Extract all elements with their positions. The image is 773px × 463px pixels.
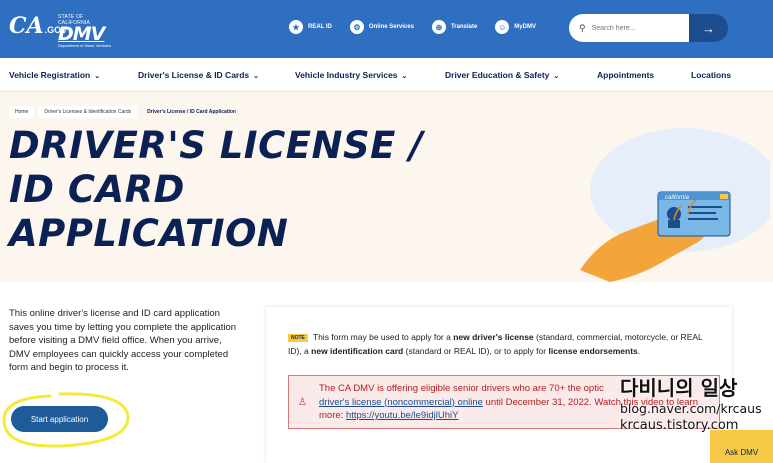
search-box: ⚲ → <box>569 14 728 42</box>
chevron-down-icon: ⌄ <box>94 73 101 80</box>
chevron-down-icon: ⌄ <box>401 73 408 80</box>
search-submit-button[interactable]: → <box>689 14 728 42</box>
top-bar: CA.GOV STATE OF CALIFORNIA DMV Departmen… <box>0 0 773 58</box>
search-field: ⚲ <box>569 14 689 42</box>
breadcrumb: Home Driver's Licenses & Identification … <box>9 106 246 118</box>
start-application-button[interactable]: Start application <box>11 406 108 432</box>
search-input[interactable] <box>591 24 682 32</box>
title-line-2: ID CARD <box>9 168 185 211</box>
nav-vehicle-industry[interactable]: Vehicle Industry Services ⌄ <box>295 70 407 80</box>
star-icon: ★ <box>289 20 303 34</box>
title-line-1: DRIVER'S LICENSE / <box>9 124 424 167</box>
real-id-link[interactable]: ★ REAL ID <box>289 20 332 34</box>
online-renewal-link[interactable]: driver's license (noncommercial) online <box>319 397 483 408</box>
mydmv-link[interactable]: ☺ MyDMV <box>495 20 536 34</box>
breadcrumb-home[interactable]: Home <box>9 106 35 118</box>
user-icon: ☺ <box>495 20 510 34</box>
gear-icon: ⚙ <box>349 20 364 34</box>
nav-drivers-license[interactable]: Driver's License & ID Cards ⌄ <box>138 70 259 80</box>
blog-watermark: 다비니의 일상 blog.naver.com/krcaus krcaus.tis… <box>620 376 762 433</box>
translate-link[interactable]: ⊕ Translate <box>431 20 477 34</box>
youtube-video-link[interactable]: https://youtu.be/le9idjlUhiY <box>346 410 458 421</box>
user-icon: ♙ <box>298 397 307 408</box>
dmv-logo[interactable]: STATE OF CALIFORNIA DMV Department of Mo… <box>58 14 112 48</box>
utility-links: ★ REAL ID ⚙ Online Services ⊕ Translate ☺ My… <box>289 20 554 34</box>
main-nav: Vehicle Registration ⌄ Driver's License &… <box>0 58 773 92</box>
globe-icon: ⊕ <box>431 20 446 34</box>
nav-appointments[interactable]: Appointments <box>597 70 654 80</box>
breadcrumb-licenses[interactable]: Driver's Licenses & Identification Cards <box>38 106 138 118</box>
svg-text:california: california <box>665 195 690 201</box>
note-badge: NOTE <box>288 334 308 342</box>
chevron-down-icon: ⌄ <box>553 73 560 80</box>
chevron-down-icon: ⌄ <box>253 73 260 80</box>
note-text: NOTE This form may be used to apply for a… <box>288 332 703 356</box>
nav-locations[interactable]: Locations <box>691 70 731 80</box>
title-line-3: APPLICATION <box>9 212 289 255</box>
nav-driver-education[interactable]: Driver Education & Safety ⌄ <box>445 70 559 80</box>
search-icon: ⚲ <box>579 22 586 33</box>
nav-vehicle-registration[interactable]: Vehicle Registration ⌄ <box>9 70 100 80</box>
breadcrumb-current: Driver's License / ID Card Application <box>147 109 236 115</box>
page-title: DRIVER'S LICENSE / ID CARD APPLICATION <box>9 124 423 256</box>
id-card: california <box>657 191 731 237</box>
ask-dmv-button[interactable]: Ask DMV <box>710 430 773 463</box>
hand-holding-id-card-illustration: california <box>580 128 770 282</box>
online-services-link[interactable]: ⚙ Online Services <box>349 20 414 34</box>
intro-text: This online driver's license and ID card… <box>9 308 237 373</box>
